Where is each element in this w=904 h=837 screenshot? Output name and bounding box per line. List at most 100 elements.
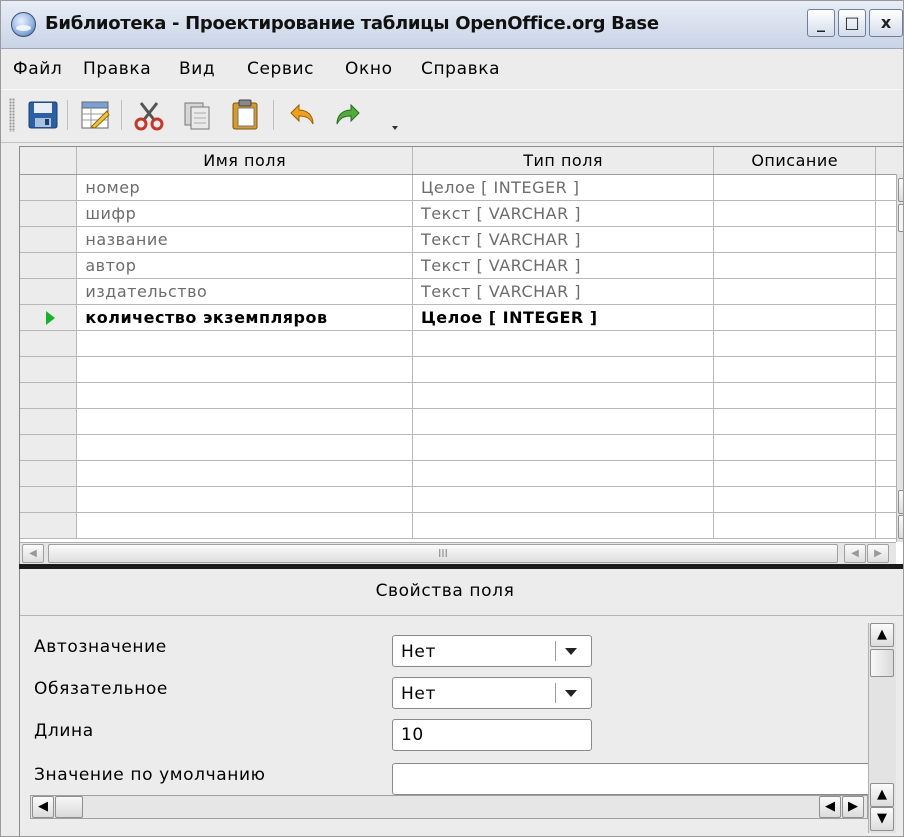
menu-view[interactable]: Вид xyxy=(179,59,215,79)
field-name-cell[interactable]: количество экземпляров xyxy=(76,304,413,331)
empty-cell[interactable] xyxy=(76,330,413,357)
table-row-empty[interactable] xyxy=(20,382,903,409)
minimize-button[interactable]: _ xyxy=(807,9,835,37)
grid-horizontal-scrollbar[interactable]: ◀ III ◀ ▶ xyxy=(20,542,896,564)
required-select[interactable]: Нет xyxy=(392,677,592,709)
table-row[interactable]: автор Текст [ VARCHAR ] xyxy=(20,252,903,279)
row-handle[interactable] xyxy=(20,486,78,513)
menu-edit[interactable]: Правка xyxy=(83,59,151,79)
autovalue-select[interactable]: Нет xyxy=(392,635,592,667)
field-type-cell[interactable]: Текст [ VARCHAR ] xyxy=(412,252,715,279)
field-description-cell[interactable] xyxy=(713,226,877,253)
scroll-thumb[interactable] xyxy=(898,204,903,232)
scroll-down-button[interactable]: ▼ xyxy=(870,807,894,831)
cut-icon[interactable] xyxy=(131,97,167,133)
title-bar[interactable]: Библиотека - Проектирование таблицы Open… xyxy=(1,1,903,49)
field-type-cell[interactable]: Текст [ VARCHAR ] xyxy=(412,278,715,305)
scroll-thumb[interactable] xyxy=(55,796,83,818)
chevron-down-icon[interactable] xyxy=(565,690,577,697)
scroll-left-button[interactable]: ◀ xyxy=(819,796,841,818)
properties-vertical-scrollbar[interactable]: ▲ ▲ ▼ xyxy=(868,623,896,833)
table-row[interactable]: шифр Текст [ VARCHAR ] xyxy=(20,200,903,227)
empty-cell[interactable] xyxy=(713,460,877,487)
column-header-field-name[interactable]: Имя поля xyxy=(76,147,413,175)
copy-icon[interactable] xyxy=(179,97,215,133)
row-handle[interactable] xyxy=(20,174,78,201)
empty-cell[interactable] xyxy=(713,356,877,383)
table-row[interactable]: издательство Текст [ VARCHAR ] xyxy=(20,278,903,305)
maximize-button[interactable]: □ xyxy=(838,9,866,37)
empty-cell[interactable] xyxy=(76,460,413,487)
chevron-down-icon[interactable] xyxy=(565,648,577,655)
scroll-down-button[interactable]: ▼ xyxy=(898,515,903,539)
row-handle[interactable] xyxy=(20,252,78,279)
redo-icon[interactable] xyxy=(331,97,367,133)
row-handle[interactable] xyxy=(20,226,78,253)
menu-file[interactable]: Файл xyxy=(13,59,62,79)
grid-vertical-scrollbar[interactable]: ▲ ▲ ▼ xyxy=(896,174,903,542)
table-row[interactable]: название Текст [ VARCHAR ] xyxy=(20,226,903,253)
table-row-empty[interactable] xyxy=(20,512,903,539)
table-row-empty[interactable] xyxy=(20,434,903,461)
row-handle[interactable] xyxy=(20,382,78,409)
length-field[interactable]: 10 xyxy=(392,719,592,751)
field-description-cell[interactable] xyxy=(713,278,877,305)
field-description-cell[interactable] xyxy=(713,252,877,279)
empty-cell[interactable] xyxy=(412,460,715,487)
row-handle[interactable] xyxy=(20,460,78,487)
row-handle[interactable] xyxy=(20,356,78,383)
empty-cell[interactable] xyxy=(412,408,715,435)
table-row-empty[interactable] xyxy=(20,486,903,513)
row-handle[interactable] xyxy=(20,200,78,227)
save-icon[interactable] xyxy=(25,97,61,133)
empty-cell[interactable] xyxy=(713,330,877,357)
scroll-up-button[interactable]: ▲ xyxy=(898,178,903,202)
empty-cell[interactable] xyxy=(412,382,715,409)
row-handle[interactable] xyxy=(20,330,78,357)
row-handle[interactable] xyxy=(20,434,78,461)
scroll-left-button[interactable]: ◀ xyxy=(32,796,54,818)
row-handle[interactable] xyxy=(20,408,78,435)
field-description-cell[interactable] xyxy=(713,200,877,227)
paste-icon[interactable] xyxy=(227,97,263,133)
properties-horizontal-scrollbar[interactable]: ◀ ◀ ▶ xyxy=(30,795,868,819)
field-name-cell[interactable]: издательство xyxy=(76,278,413,305)
row-handle[interactable] xyxy=(20,512,78,539)
empty-cell[interactable] xyxy=(713,382,877,409)
close-button[interactable]: x xyxy=(869,9,903,37)
field-type-cell[interactable]: Текст [ VARCHAR ] xyxy=(412,200,715,227)
empty-cell[interactable] xyxy=(713,408,877,435)
scroll-left-button[interactable]: ◀ xyxy=(22,544,44,563)
field-name-cell[interactable]: название xyxy=(76,226,413,253)
empty-cell[interactable] xyxy=(713,486,877,513)
toolbar-grip-icon[interactable] xyxy=(9,98,15,132)
scroll-right-button[interactable]: ▶ xyxy=(867,544,889,563)
field-type-cell[interactable]: Целое [ INTEGER ] xyxy=(412,174,715,201)
default-value-field[interactable] xyxy=(392,763,872,795)
row-handle[interactable] xyxy=(20,278,78,305)
row-handle[interactable] xyxy=(20,304,78,331)
empty-cell[interactable] xyxy=(412,356,715,383)
empty-cell[interactable] xyxy=(713,512,877,539)
scroll-up-button[interactable]: ▲ xyxy=(870,623,894,647)
empty-cell[interactable] xyxy=(412,330,715,357)
scroll-thumb[interactable]: III xyxy=(48,544,838,563)
table-row-empty[interactable] xyxy=(20,408,903,435)
empty-cell[interactable] xyxy=(76,512,413,539)
table-row-empty[interactable] xyxy=(20,460,903,487)
field-description-cell[interactable] xyxy=(713,304,877,331)
table-row-current[interactable]: количество экземпляров Целое [ INTEGER ] xyxy=(20,304,903,331)
empty-cell[interactable] xyxy=(412,434,715,461)
field-name-cell[interactable]: автор xyxy=(76,252,413,279)
menu-help[interactable]: Справка xyxy=(421,59,500,79)
scroll-thumb[interactable] xyxy=(870,649,894,677)
field-name-cell[interactable]: шифр xyxy=(76,200,413,227)
empty-cell[interactable] xyxy=(76,408,413,435)
empty-cell[interactable] xyxy=(412,512,715,539)
empty-cell[interactable] xyxy=(76,382,413,409)
scroll-left-button[interactable]: ◀ xyxy=(844,544,866,563)
scroll-right-button[interactable]: ▶ xyxy=(842,796,864,818)
table-row-empty[interactable] xyxy=(20,330,903,357)
field-type-cell[interactable]: Текст [ VARCHAR ] xyxy=(412,226,715,253)
field-description-cell[interactable] xyxy=(713,174,877,201)
